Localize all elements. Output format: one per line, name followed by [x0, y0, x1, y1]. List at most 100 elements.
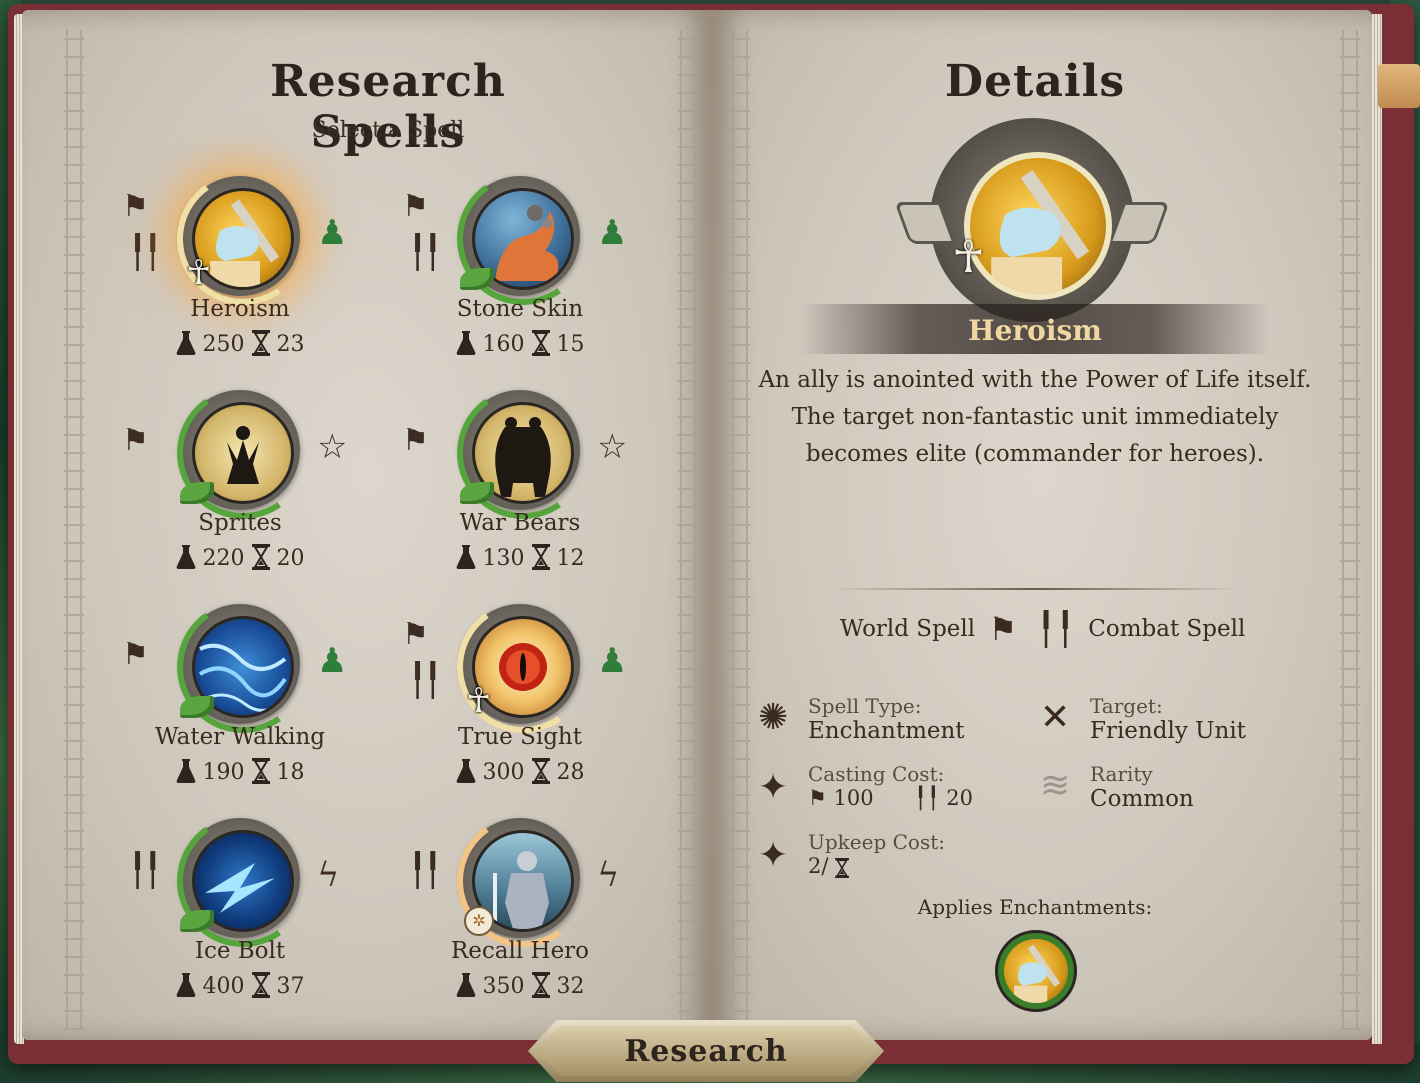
world-spell-label: World Spell — [840, 616, 976, 642]
spell-name: Ice Bolt — [194, 938, 286, 964]
spell-card-water-walking[interactable]: ⚑ ♟ Water Walking 190 18 — [122, 590, 382, 800]
combat-spell-icon: ╿╿ — [128, 851, 162, 889]
research-button[interactable]: Research — [528, 1020, 884, 1082]
spell-type-label: Spell Type: — [808, 694, 922, 718]
casting-cost-combat: 20 — [946, 786, 974, 810]
flag-icon: ⚑ — [808, 786, 827, 810]
details-title: Details — [944, 56, 1126, 107]
ankh-icon: ☥ — [952, 232, 985, 283]
spell-type-value: Enchantment — [808, 718, 965, 744]
swords-icon: ╿╿ — [914, 786, 940, 810]
spell-name: War Bears — [459, 510, 581, 536]
hourglass-icon — [252, 758, 270, 784]
selected-spell-medallion: ☥ — [894, 118, 1170, 322]
uncommon-rarity-icon: ♟ — [317, 641, 348, 681]
target: Target: Friendly Unit — [1090, 694, 1246, 744]
lightning-icon: ϟ — [317, 855, 340, 895]
research-button-label: Research — [624, 1033, 788, 1069]
research-flask-icon — [176, 973, 196, 997]
world-spell-icon: ⚑ — [402, 617, 429, 652]
combat-spell-icon: ╿╿ — [408, 233, 442, 271]
spell-cost: 400 37 — [122, 972, 358, 999]
research-flask-icon — [176, 545, 196, 569]
spell-kinds: World Spell ⚑ ╿╿ Combat Spell — [840, 610, 1245, 648]
target-label: Target: — [1090, 694, 1163, 718]
hourglass-icon — [532, 972, 550, 998]
sword-hand-icon — [1014, 944, 1061, 1003]
research-turns-value: 23 — [276, 332, 305, 357]
spell-cost: 300 28 — [402, 758, 638, 785]
hourglass-icon — [252, 330, 270, 356]
research-flask-icon — [456, 759, 476, 783]
world-spell-icon: ⚑ — [402, 423, 429, 458]
rarity-label: Rarity — [1090, 762, 1153, 786]
spell-card-stone-skin[interactable]: ⚑ ╿╿ ♟ Stone Skin 160 15 — [402, 162, 662, 372]
hourglass-icon — [252, 544, 270, 570]
combat-spell-icon: ╿╿ — [408, 851, 442, 889]
hourglass-icon — [252, 972, 270, 998]
combat-spell-label: Combat Spell — [1088, 616, 1246, 642]
combat-spell-swords-icon: ╿╿ — [1036, 610, 1075, 648]
spell-name: Heroism — [190, 296, 290, 322]
spell-card-sprites[interactable]: ⚑ ☆ Sprites 220 20 — [122, 376, 382, 586]
upkeep-cost-label: Upkeep Cost: — [808, 830, 945, 854]
rarity: Rarity Common — [1090, 762, 1194, 812]
bookmark-tab[interactable] — [1378, 64, 1420, 108]
page-edges-right — [1372, 14, 1382, 1044]
ankh-icon: ☥ — [466, 681, 492, 721]
research-flask-icon — [456, 331, 476, 355]
spell-card-recall-hero[interactable]: ╿╿ ✲ ϟ Recall Hero 350 32 — [402, 804, 662, 1014]
left-page-inner-border — [678, 30, 698, 1030]
target-value: Friendly Unit — [1090, 718, 1246, 744]
selected-spell-name: Heroism — [968, 314, 1102, 347]
lightning-icon: ϟ — [597, 855, 620, 895]
world-spell-icon: ⚑ — [122, 189, 149, 224]
applied-enchantment-heroism-icon[interactable] — [995, 930, 1077, 1012]
spell-name: Sprites — [198, 510, 282, 536]
research-flask-icon — [176, 331, 196, 355]
casting-cost: Casting Cost: ⚑ 100 ╿╿ 20 — [808, 762, 973, 810]
rarity-coins-icon: ≋ — [1040, 765, 1071, 806]
uncommon-rarity-icon: ♟ — [597, 641, 628, 681]
spell-type-icon: ✺ — [758, 697, 789, 738]
right-page-border — [1340, 30, 1360, 1030]
spell-cost: 130 12 — [402, 544, 638, 571]
page-subtitle: Select a Spell — [311, 118, 465, 143]
upkeep-cost: Upkeep Cost: 2/ — [808, 830, 945, 878]
uncommon-rarity-icon: ♟ — [317, 213, 348, 253]
upkeep-cost-icon: ✦ — [758, 835, 789, 876]
spell-type: Spell Type: Enchantment — [808, 694, 965, 744]
spell-card-heroism[interactable]: ⚑ ╿╿ ☥ ♟ Heroism 250 23 — [122, 162, 382, 372]
hourglass-icon — [835, 858, 849, 878]
spell-card-war-bears[interactable]: ⚑ ☆ War Bears 130 12 — [402, 376, 662, 586]
spell-card-ice-bolt[interactable]: ╿╿ ϟ Ice Bolt 400 37 — [122, 804, 382, 1014]
combat-spell-icon: ╿╿ — [128, 233, 162, 271]
spell-cost: 250 23 — [122, 330, 358, 357]
common-rarity-star-icon: ☆ — [317, 427, 348, 467]
section-divider — [830, 588, 1240, 590]
spell-card-true-sight[interactable]: ⚑ ╿╿ ☥ ♟ True Sight 300 28 — [402, 590, 662, 800]
right-page-inner-border — [730, 30, 750, 1030]
spell-name: Recall Hero — [450, 938, 590, 964]
uncommon-rarity-icon: ♟ — [597, 213, 628, 253]
spell-name: Stone Skin — [456, 296, 584, 322]
spell-name: Water Walking — [154, 724, 326, 750]
spell-name: True Sight — [458, 724, 582, 750]
world-spell-icon: ⚑ — [122, 423, 149, 458]
spell-cost: 220 20 — [122, 544, 358, 571]
combat-spell-icon: ╿╿ — [408, 661, 442, 699]
left-page-border — [64, 30, 84, 1030]
sword-hand-icon — [991, 169, 1090, 294]
upkeep-cost-value: 2/ — [808, 854, 829, 878]
hourglass-icon — [532, 544, 550, 570]
world-spell-flag-icon: ⚑ — [988, 610, 1018, 648]
hourglass-icon — [532, 330, 550, 356]
applies-enchantments-label: Applies Enchantments: — [917, 895, 1153, 919]
research-cost-value: 250 — [202, 332, 245, 357]
spell-description: An ally is anointed with the Power of Li… — [758, 367, 1312, 467]
spell-cost: 190 18 — [122, 758, 358, 785]
research-flask-icon — [456, 545, 476, 569]
world-spell-icon: ⚑ — [122, 637, 149, 672]
hourglass-icon — [532, 758, 550, 784]
spell-cost: 160 15 — [402, 330, 638, 357]
